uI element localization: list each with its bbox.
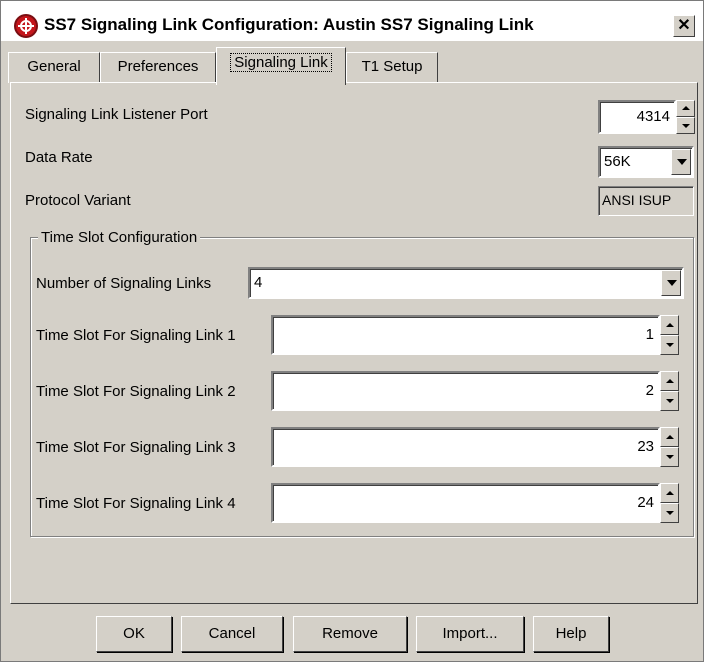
tab-preferences[interactable]: Preferences: [100, 52, 216, 83]
num-links-select[interactable]: 4: [248, 267, 684, 299]
remove-button[interactable]: Remove: [293, 616, 407, 652]
chevron-down-icon[interactable]: [661, 270, 681, 296]
spin-up-button[interactable]: [660, 371, 679, 391]
close-icon[interactable]: ✕: [673, 15, 695, 37]
time-slot-4-input[interactable]: 24: [271, 483, 660, 523]
tab-label: General: [27, 58, 81, 75]
num-links-value: 4: [254, 274, 263, 291]
num-links-label: Number of Signaling Links: [36, 275, 212, 292]
protocol-variant-label: Protocol Variant: [25, 192, 131, 209]
spin-down-button[interactable]: [676, 117, 695, 134]
time-slot-2-input[interactable]: 2: [271, 371, 660, 411]
listener-port-spinner[interactable]: [676, 100, 695, 134]
protocol-variant-value: ANSI ISUP: [598, 186, 694, 216]
tab-t1-setup[interactable]: T1 Setup: [346, 52, 438, 83]
spin-down-button[interactable]: [660, 447, 679, 467]
time-slot-3-label: Time Slot For Signaling Link 3: [36, 439, 236, 456]
spin-down-button[interactable]: [660, 391, 679, 411]
spin-up-button[interactable]: [660, 315, 679, 335]
tab-signaling-link[interactable]: Signaling Link: [216, 47, 346, 85]
ok-button[interactable]: OK: [96, 616, 172, 652]
tab-general[interactable]: General: [8, 52, 100, 83]
tab-strip: General Preferences Signaling Link T1 Se…: [8, 44, 698, 85]
time-slot-4-label: Time Slot For Signaling Link 4: [36, 495, 236, 512]
data-rate-select[interactable]: 56K: [598, 146, 694, 178]
time-slot-2-spinner[interactable]: [660, 371, 679, 411]
help-button[interactable]: Help: [533, 616, 609, 652]
tab-label: Preferences: [117, 58, 199, 75]
time-slot-group-title: Time Slot Configuration: [38, 228, 201, 248]
spin-up-button[interactable]: [660, 427, 679, 447]
time-slot-3-input[interactable]: 23: [271, 427, 660, 467]
time-slot-4-spinner[interactable]: [660, 483, 679, 523]
time-slot-2-label: Time Slot For Signaling Link 2: [36, 383, 236, 400]
cancel-button[interactable]: Cancel: [181, 616, 283, 652]
app-globe-icon: [14, 14, 38, 38]
time-slot-1-label: Time Slot For Signaling Link 1: [36, 327, 236, 344]
data-rate-label: Data Rate: [25, 149, 93, 166]
time-slot-1-input[interactable]: 1: [271, 315, 660, 355]
listener-port-label: Signaling Link Listener Port: [25, 106, 208, 123]
listener-port-input[interactable]: 4314: [598, 100, 676, 134]
data-rate-value: 56K: [604, 153, 631, 170]
spin-up-button[interactable]: [676, 100, 695, 117]
tab-label: Signaling Link: [230, 53, 332, 72]
time-slot-3-spinner[interactable]: [660, 427, 679, 467]
tab-label: T1 Setup: [361, 58, 423, 75]
chevron-down-icon[interactable]: [671, 149, 691, 175]
spin-down-button[interactable]: [660, 503, 679, 523]
spin-down-button[interactable]: [660, 335, 679, 355]
spin-up-button[interactable]: [660, 483, 679, 503]
window-title: SS7 Signaling Link Configuration: Austin…: [44, 15, 534, 34]
import-button[interactable]: Import...: [416, 616, 524, 652]
time-slot-1-spinner[interactable]: [660, 315, 679, 355]
